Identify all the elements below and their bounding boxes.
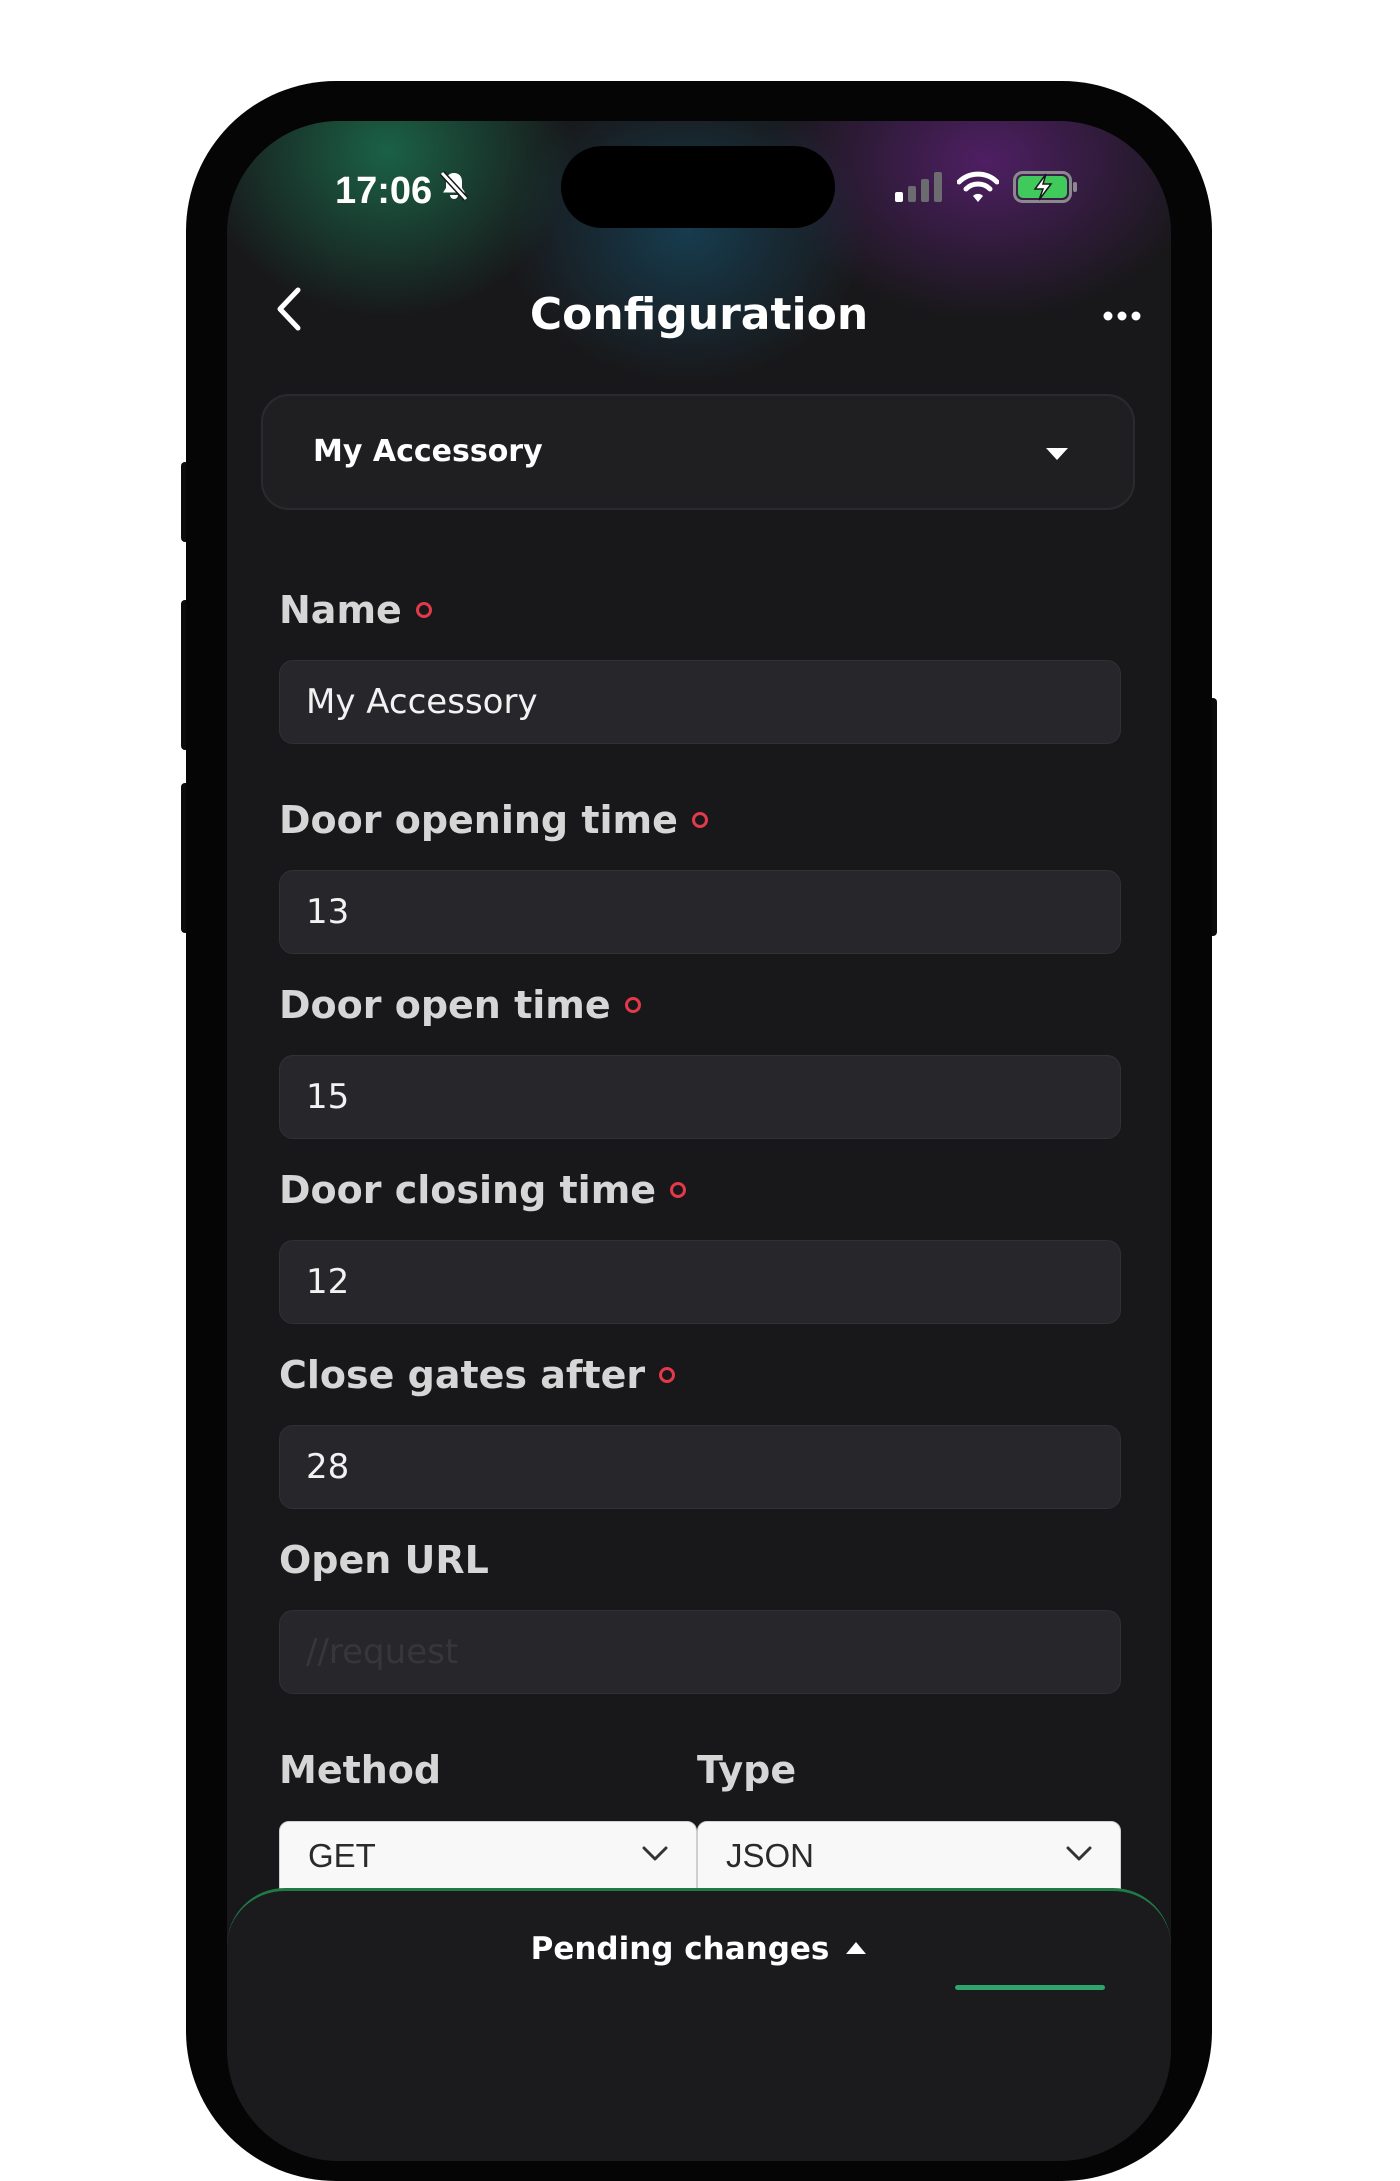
name-label: Name (279, 588, 432, 632)
required-indicator (670, 1182, 687, 1198)
pending-changes-label: Pending changes (530, 1931, 830, 1967)
required-indicator (415, 602, 432, 618)
door-open-time-label: Door open time (279, 983, 641, 1027)
door-closing-time-label: Door closing time (279, 1168, 687, 1212)
bell-slash-icon (438, 169, 470, 213)
pending-changes-toggle[interactable]: Pending changes (227, 1931, 1171, 1967)
method-label: Method (279, 1748, 441, 1792)
pending-indicator-bar (955, 1985, 1105, 1990)
page-title: Configuration (529, 289, 869, 340)
door-closing-time-label-text: Door closing time (279, 1168, 657, 1212)
door-opening-time-label: Door opening time (279, 798, 708, 842)
wifi-icon (956, 171, 1000, 207)
method-label-text: Method (279, 1748, 442, 1792)
dynamic-island (561, 146, 835, 228)
accessory-selector-value: My Accessory (313, 434, 543, 469)
app-screen: 17:06 Configuration My Accessory Name My… (227, 121, 1171, 2161)
ellipsis-icon (1103, 306, 1141, 325)
required-indicator (691, 812, 708, 828)
type-label-text: Type (697, 1748, 797, 1792)
open-url-input[interactable] (279, 1610, 1121, 1694)
method-select[interactable]: GET (279, 1821, 697, 1891)
type-label: Type (697, 1748, 796, 1792)
chevron-down-icon (642, 1846, 668, 1866)
battery-charging-icon (1013, 171, 1079, 207)
name-label-text: Name (279, 588, 402, 632)
status-time-text: 17:06 (335, 169, 433, 212)
door-open-time-input[interactable] (279, 1055, 1121, 1139)
close-gates-after-label: Close gates after (279, 1353, 676, 1397)
door-open-time-label-text: Door open time (279, 983, 611, 1027)
method-select-value: GET (308, 1837, 376, 1874)
phone-frame: 17:06 Configuration My Accessory Name My… (186, 81, 1212, 2181)
more-options-button[interactable] (1097, 293, 1147, 337)
status-bar-right (895, 171, 1079, 207)
accessory-selector[interactable]: My Accessory (261, 394, 1135, 510)
caret-down-icon (1045, 446, 1069, 465)
name-input[interactable] (279, 660, 1121, 744)
status-bar-time: 17:06 (335, 169, 470, 213)
required-indicator (624, 997, 641, 1013)
chevron-down-icon (1066, 1846, 1092, 1866)
caret-up-icon (845, 1941, 867, 1958)
close-gates-after-label-text: Close gates after (279, 1353, 646, 1397)
cellular-signal-icon (895, 172, 943, 206)
open-url-label-text: Open URL (279, 1538, 489, 1582)
door-opening-time-label-text: Door opening time (279, 798, 678, 842)
door-closing-time-input[interactable] (279, 1240, 1121, 1324)
required-indicator (659, 1367, 676, 1383)
door-opening-time-input[interactable] (279, 870, 1121, 954)
pending-changes-sheet: Pending changes (227, 1888, 1171, 2161)
close-gates-after-input[interactable] (279, 1425, 1121, 1509)
type-select-value: JSON (726, 1837, 815, 1874)
type-select[interactable]: JSON (697, 1821, 1121, 1891)
open-url-label: Open URL (279, 1538, 489, 1582)
